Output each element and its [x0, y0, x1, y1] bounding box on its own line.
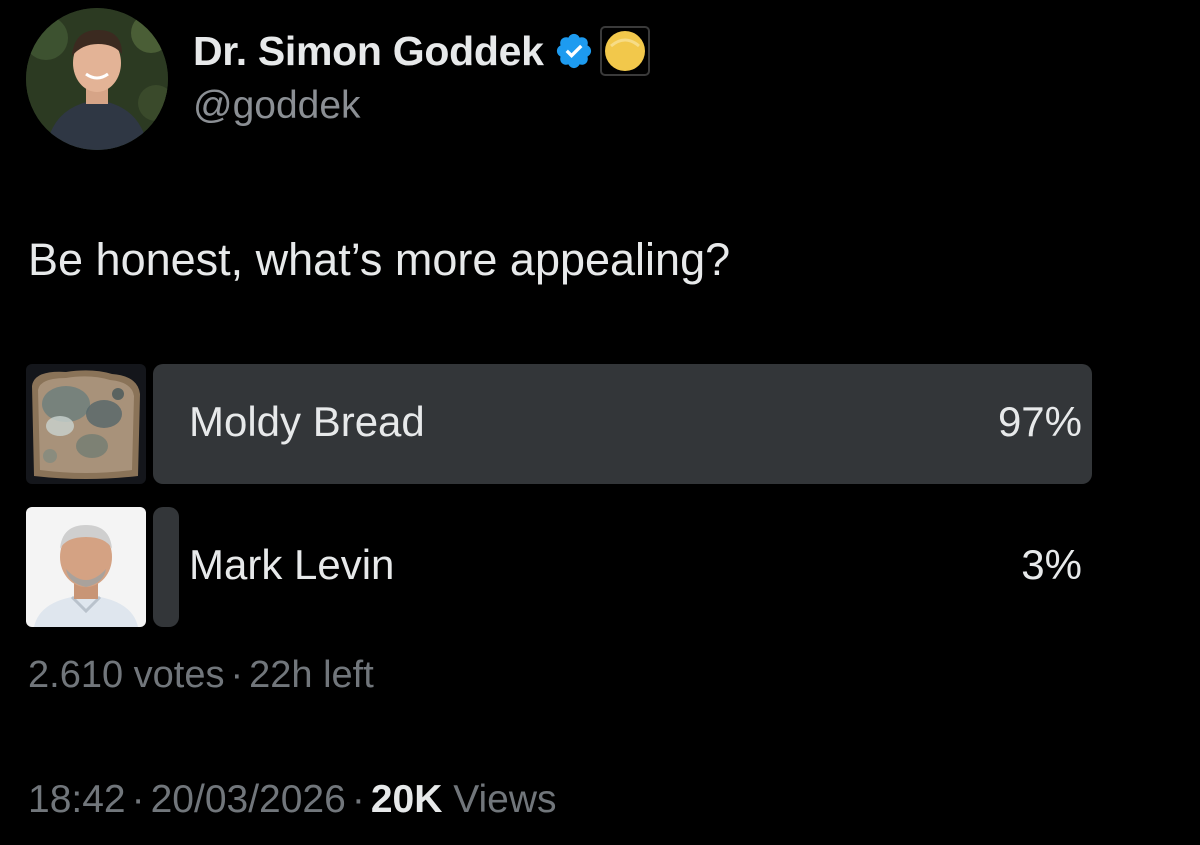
moldy-bread-image: [26, 364, 146, 484]
poll-option-label: Mark Levin: [189, 541, 395, 588]
poll-votes: 2.610 votes: [28, 654, 225, 696]
poll-time-left: 22h left: [249, 654, 374, 696]
poll-option-moldy-bread[interactable]: Moldy Bread 97%: [0, 364, 1200, 486]
author-name-text[interactable]: Dr. Simon Goddek: [193, 28, 544, 75]
tweet-date[interactable]: 20/03/2026: [151, 778, 346, 821]
poll-option-percent: 3%: [1021, 541, 1082, 588]
poll-option-label: Moldy Bread: [189, 398, 425, 445]
affiliate-badge-icon[interactable]: [599, 26, 650, 76]
tweet-time[interactable]: 18:42: [28, 778, 126, 821]
author-display-name[interactable]: Dr. Simon Goddek: [193, 26, 650, 76]
poll-option-percent: 97%: [997, 398, 1082, 445]
tweet-text: Be honest, what’s more appealing?: [28, 234, 731, 285]
tweet-meta: 18:42 · 20/03/2026 · 20K Views: [28, 778, 557, 822]
separator: ·: [131, 778, 145, 821]
verified-badge-icon: [554, 31, 594, 71]
poll-meta: 2.610 votes · 22h left: [28, 654, 374, 697]
author-handle[interactable]: @goddek: [193, 84, 361, 128]
separator: ·: [230, 654, 244, 696]
poll-bar-fill: [153, 507, 179, 627]
separator: ·: [351, 778, 365, 821]
author-avatar[interactable]: [26, 8, 168, 150]
views-label: Views: [453, 778, 557, 821]
poll-option-mark-levin[interactable]: Mark Levin 3%: [0, 507, 1200, 629]
views-count[interactable]: 20K: [371, 778, 443, 821]
mark-levin-photo: [26, 507, 146, 627]
